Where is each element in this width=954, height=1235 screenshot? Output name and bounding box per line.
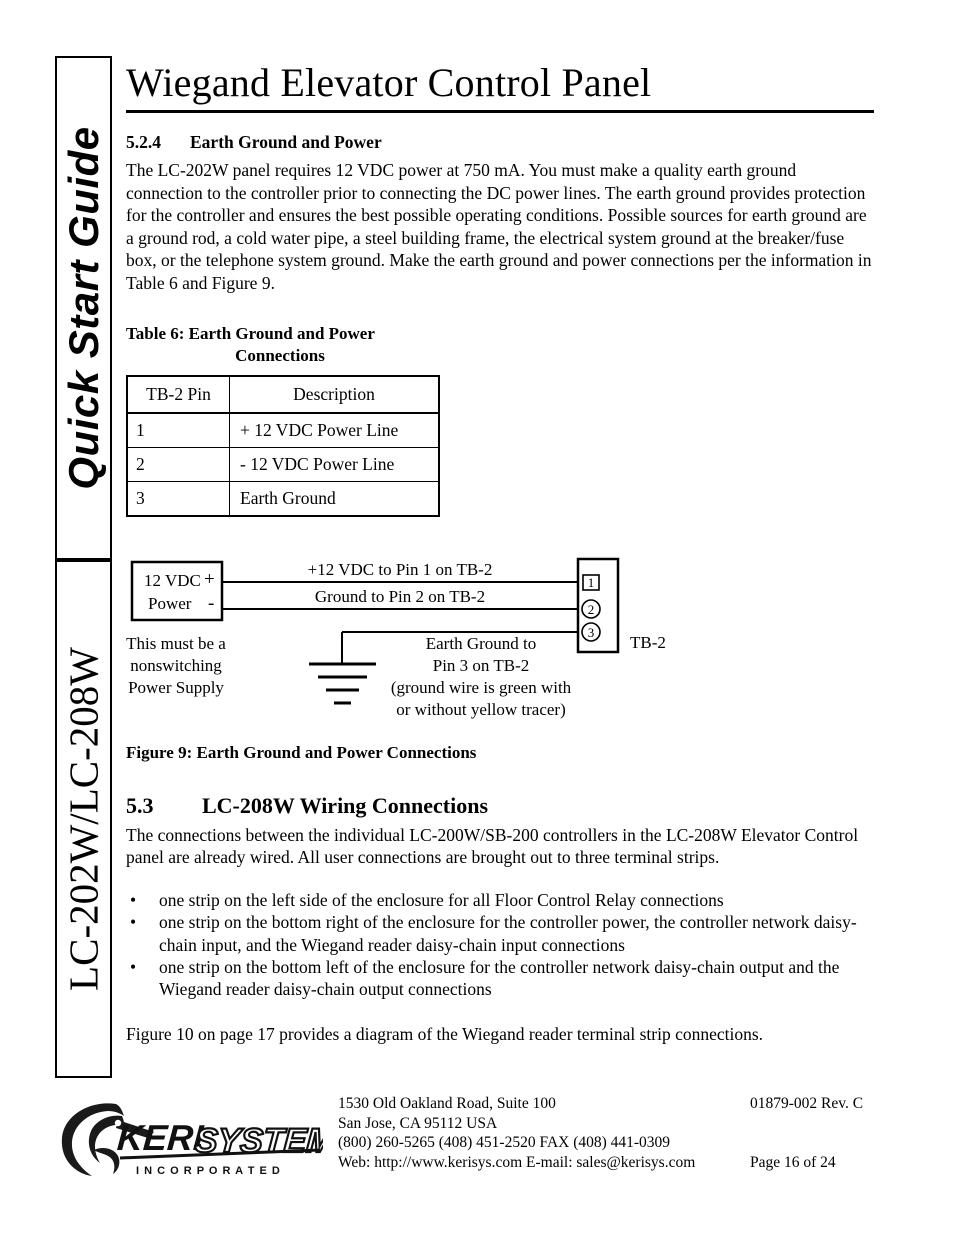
figure9-diagram: 12 VDC + Power - +12 VDC to Pin 1 on TB-…: [126, 553, 874, 743]
document-number: 01879-002 Rev. C: [750, 1095, 864, 1112]
section-number-5-3: 5.3: [126, 792, 154, 818]
table6-earth-ground-and-power: TB-2 Pin Description 1 + 12 VDC Power Li…: [126, 374, 440, 517]
page-footer: KERI SYSTEMS I N C O R P O R A T E D 153…: [0, 1092, 954, 1192]
table-row: 2 - 12 VDC Power Line: [126, 446, 440, 482]
power-supply-plus: +: [204, 569, 215, 590]
document-page: Quick Start Guide LC-202W/LC-208W Wiegan…: [0, 0, 954, 1235]
page-title: Wiegand Elevator Control Panel: [126, 60, 652, 105]
wire-ground-pin2-label: Ground to Pin 2 on TB-2: [315, 587, 485, 606]
power-supply-label-12vdc: 12 VDC: [144, 571, 201, 590]
footer-right-column: 01879-002 Rev. C Page 16 of 24: [750, 1094, 940, 1171]
list-item: • one strip on the left side of the encl…: [126, 889, 874, 911]
table-row: 1 + 12 VDC Power Line: [126, 412, 440, 448]
terminal-pin-1-label: 1: [588, 575, 595, 590]
earth-ground-note-line4: or without yellow tracer): [396, 700, 565, 719]
paragraph-figure10-reference: Figure 10 on page 17 provides a diagram …: [126, 1023, 764, 1044]
wiring-strips-list: • one strip on the left side of the encl…: [126, 889, 874, 1001]
power-supply-note-line2: nonswitching: [130, 656, 222, 675]
power-supply-note-line1: This must be a: [126, 634, 226, 653]
sidebar-tab-model-label: LC-202W/LC-208W: [60, 647, 106, 991]
power-supply-minus: -: [208, 593, 214, 614]
table-header-tb2-pin: TB-2 Pin: [126, 375, 230, 414]
keri-systems-logo: KERI SYSTEMS I N C O R P O R A T E D: [61, 1103, 323, 1177]
bullet-marker: •: [130, 912, 137, 933]
section-title-5-3: LC-208W Wiring Connections: [202, 792, 489, 818]
paragraph-5-3: The connections between the individual L…: [126, 824, 859, 868]
bullet-marker: •: [130, 956, 137, 977]
table-header-description: Description: [229, 375, 440, 414]
address-line-2: San Jose, CA 95112 USA: [338, 1114, 498, 1132]
address-line-4: Web: http://www.kerisys.com E-mail: sale…: [338, 1153, 696, 1171]
table-cell-pin: 2: [126, 446, 230, 482]
sidebar-tabs: Quick Start Guide LC-202W/LC-208W: [55, 56, 112, 1078]
earth-ground-note-line3: (ground wire is green with: [391, 678, 572, 697]
section-heading-5-3: 5.3 LC-208W Wiring Connections: [126, 793, 874, 819]
earth-ground-note-line2: Pin 3 on TB-2: [433, 656, 530, 675]
sidebar-tab-model: LC-202W/LC-208W: [55, 560, 112, 1078]
table-cell-pin: 3: [126, 480, 230, 517]
table-cell-description: - 12 VDC Power Line: [229, 446, 440, 482]
sidebar-tab-quick-start-guide: Quick Start Guide: [55, 56, 112, 560]
terminal-pin-3-label: 3: [588, 625, 595, 640]
table6-caption-line1: Table 6: Earth Ground and Power: [126, 323, 375, 343]
wire-plus-12vdc-label: +12 VDC to Pin 1 on TB-2: [308, 560, 493, 579]
bullet-marker: •: [130, 889, 137, 910]
terminal-pin-2-label: 2: [588, 602, 595, 617]
logo-text-keri: KERI: [116, 1117, 206, 1158]
earth-ground-note-line1: Earth Ground to: [426, 634, 536, 653]
list-item: • one strip on the bottom left of the en…: [126, 956, 874, 1001]
section-title-5-2-4: Earth Ground and Power: [190, 132, 382, 152]
list-item-text: one strip on the left side of the enclos…: [159, 889, 724, 910]
table6-caption: Table 6: Earth Ground and Power Connecti…: [126, 323, 416, 367]
address-line-3: (800) 260-5265 (408) 451-2520 FAX (408) …: [338, 1134, 671, 1151]
main-content: 5.2.4 Earth Ground and Power The LC-202W…: [126, 132, 874, 1045]
list-item: • one strip on the bottom right of the e…: [126, 911, 874, 956]
table-header-row: TB-2 Pin Description: [126, 375, 440, 414]
sidebar-tab-quick-start-guide-label: Quick Start Guide: [59, 126, 107, 490]
power-supply-label-power: Power: [148, 594, 192, 613]
power-supply-note-line3: Power Supply: [128, 678, 224, 697]
table-cell-pin: 1: [126, 412, 230, 448]
section-number-5-2-4: 5.2.4: [126, 132, 161, 152]
figure9-svg: 12 VDC + Power - +12 VDC to Pin 1 on TB-…: [126, 557, 666, 719]
title-divider: [126, 110, 874, 113]
footer-address: 1530 Old Oakland Road, Suite 100 San Jos…: [338, 1094, 718, 1172]
list-item-text: one strip on the bottom left of the encl…: [159, 956, 840, 1000]
paragraph-5-2-4: The LC-202W panel requires 12 VDC power …: [126, 160, 872, 293]
section-heading-5-2-4: 5.2.4 Earth Ground and Power: [126, 132, 874, 153]
terminal-block-label: TB-2: [630, 633, 666, 652]
list-item-text: one strip on the bottom right of the enc…: [159, 912, 857, 955]
table-cell-description: Earth Ground: [229, 480, 440, 517]
figure9-caption: Figure 9: Earth Ground and Power Connect…: [126, 742, 477, 762]
page-number: Page 16 of 24: [750, 1153, 836, 1171]
table-cell-description: + 12 VDC Power Line: [229, 412, 440, 448]
logo-text-incorporated: I N C O R P O R A T E D: [136, 1165, 281, 1177]
table-row: 3 Earth Ground: [126, 480, 440, 517]
address-line-1: 1530 Old Oakland Road, Suite 100: [338, 1095, 556, 1112]
table6-caption-line2: Connections: [235, 345, 325, 365]
